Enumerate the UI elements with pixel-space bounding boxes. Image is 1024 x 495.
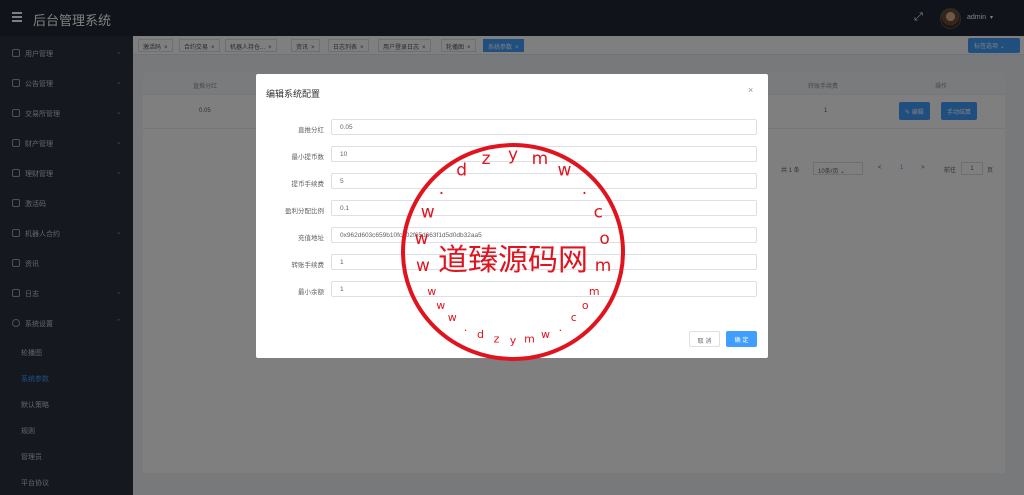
field-label-deposit-address: 充值地址 <box>298 235 324 242</box>
watermark-stamp: www.dz y mw.comwww.d z y m w.com 道臻源码网 <box>401 143 625 361</box>
field-label-withdraw-fee: 提币手续费 <box>291 181 325 188</box>
direct-bonus-input[interactable]: 0.05 <box>331 119 757 135</box>
stamp-bottom-letter-7: m <box>524 333 535 346</box>
stamp-bottom-letter-4: d <box>477 328 484 341</box>
stamp-top-letter-1: w <box>414 229 428 249</box>
stamp-top-letter-4: d <box>456 161 467 181</box>
stamp-top-letter-12: m <box>595 256 612 276</box>
field-label-min-withdraw: 最小提币数 <box>291 154 325 161</box>
stamp-bottom-letter-6: y <box>510 334 517 347</box>
cancel-button[interactable]: 取 消 <box>689 331 720 347</box>
field-label-profit-ratio: 盈利分配比例 <box>285 208 324 215</box>
stamp-top-letter-9: . <box>582 179 587 199</box>
stamp-top-letter-0: w <box>416 256 430 276</box>
stamp-top-letter-6: y <box>508 145 518 165</box>
stamp-bottom-letter-10: c <box>571 311 577 324</box>
stamp-bottom-letter-11: o <box>582 299 589 312</box>
stamp-top-letter-2: w <box>421 203 435 223</box>
stamp-bottom-letter-9: . <box>559 321 563 334</box>
stamp-center-text: 道臻源码网 <box>438 243 588 278</box>
dialog-title: 编辑系统配置 <box>266 89 321 99</box>
close-icon[interactable]: × <box>748 85 753 95</box>
stamp-top-letter-10: c <box>594 203 603 223</box>
stamp-bottom-letter-2: w <box>448 311 457 324</box>
confirm-button[interactable]: 确 定 <box>726 331 757 347</box>
stamp-bottom-letter-1: w <box>436 299 445 312</box>
stamp-bottom-letter-0: w <box>427 285 436 298</box>
stamp-top-letter-5: z <box>482 149 491 169</box>
field-label-min-balance: 最小余额 <box>298 289 324 296</box>
stamp-top-letter-7: m <box>532 149 549 169</box>
stamp-bottom-letter-3: . <box>464 321 468 334</box>
stamp-bottom-letter-8: w <box>541 328 550 341</box>
field-label-transfer-fee: 转账手续费 <box>291 262 325 269</box>
field-label-direct-bonus: 直推分红 <box>298 127 324 134</box>
stamp-top-letter-3: . <box>439 179 444 199</box>
stamp-bottom-letter-12: m <box>589 285 600 298</box>
stamp-top-letter-11: o <box>599 229 609 249</box>
stamp-bottom-letter-5: z <box>494 333 500 346</box>
stamp-top-letter-8: w <box>557 161 571 181</box>
